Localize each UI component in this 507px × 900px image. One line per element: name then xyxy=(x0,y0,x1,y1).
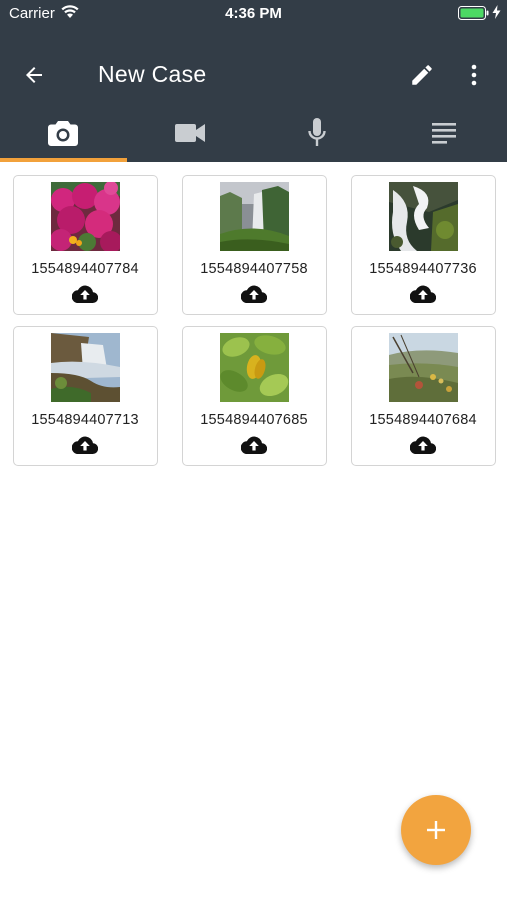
charging-icon xyxy=(492,5,501,23)
photo-label: 1554894407684 xyxy=(369,412,477,428)
battery-icon xyxy=(458,6,490,24)
cloud-upload-icon[interactable] xyxy=(241,435,267,455)
notes-icon xyxy=(431,123,456,144)
photo-card[interactable]: 1554894407736 xyxy=(351,175,496,315)
tab-videos[interactable] xyxy=(127,104,254,162)
tab-photos[interactable] xyxy=(0,104,127,162)
camera-icon xyxy=(48,121,79,146)
plus-icon xyxy=(427,821,445,839)
photo-thumbnail xyxy=(51,182,120,251)
header: Carrier 4:36 PM New Case xyxy=(0,0,507,162)
cloud-upload-icon[interactable] xyxy=(72,435,98,455)
photo-label: 1554894407758 xyxy=(200,261,308,277)
back-button[interactable] xyxy=(20,61,48,89)
cloud-upload-icon[interactable] xyxy=(410,435,436,455)
photo-thumbnail xyxy=(220,333,289,402)
status-bar: Carrier 4:36 PM xyxy=(0,0,507,28)
cloud-upload-icon[interactable] xyxy=(241,284,267,304)
photo-card[interactable]: 1554894407758 xyxy=(182,175,327,315)
photo-thumbnail xyxy=(51,333,120,402)
edit-button[interactable] xyxy=(408,61,436,89)
photo-thumbnail xyxy=(220,182,289,251)
photo-card[interactable]: 1554894407713 xyxy=(13,326,158,466)
photo-card[interactable]: 1554894407685 xyxy=(182,326,327,466)
photo-thumbnail xyxy=(389,333,458,402)
arrow-back-icon xyxy=(26,67,42,83)
photo-label: 1554894407784 xyxy=(31,261,139,277)
clock: 4:36 PM xyxy=(225,5,282,22)
pencil-icon xyxy=(412,65,432,85)
app-bar: New Case xyxy=(0,50,507,100)
photo-label: 1554894407685 xyxy=(200,412,308,428)
photo-label: 1554894407736 xyxy=(369,261,477,277)
add-button[interactable] xyxy=(401,795,471,865)
more-vert-icon xyxy=(471,64,477,86)
more-options-button[interactable] xyxy=(462,61,486,89)
cloud-upload-icon[interactable] xyxy=(72,284,98,304)
photo-label: 1554894407713 xyxy=(31,412,139,428)
photo-card[interactable]: 1554894407784 xyxy=(13,175,158,315)
tab-bar xyxy=(0,104,507,162)
videocam-icon xyxy=(175,124,206,142)
tab-indicator xyxy=(0,158,127,162)
tab-notes[interactable] xyxy=(380,104,507,162)
tab-audio[interactable] xyxy=(254,104,381,162)
cloud-upload-icon[interactable] xyxy=(410,284,436,304)
photo-thumbnail xyxy=(389,182,458,251)
page-title: New Case xyxy=(98,61,207,87)
photo-card[interactable]: 1554894407684 xyxy=(351,326,496,466)
microphone-icon xyxy=(308,118,326,146)
